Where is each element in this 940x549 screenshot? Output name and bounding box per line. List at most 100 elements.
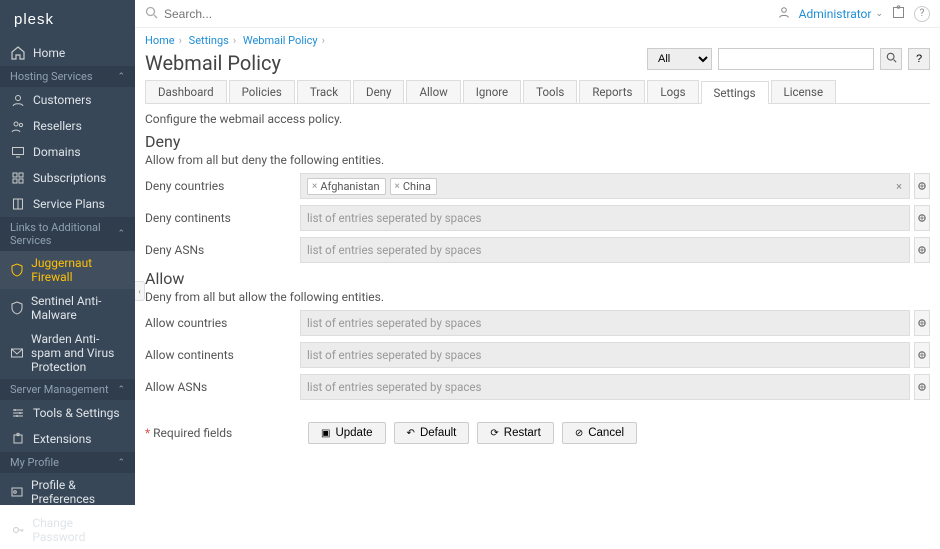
deny-continents-input[interactable]: list of entries seperated by spaces (300, 205, 910, 231)
sliders-icon (10, 405, 26, 421)
crumb-webmail-policy[interactable]: Webmail Policy (243, 34, 318, 47)
extensions-icon[interactable] (891, 5, 906, 23)
filter-select[interactable]: All (647, 48, 712, 70)
field-picker-button[interactable] (914, 205, 930, 231)
crumb-home[interactable]: Home (145, 34, 175, 47)
nav-label: Sentinel Anti-Malware (31, 294, 125, 322)
tab-tools[interactable]: Tools (523, 80, 577, 103)
btn-label: Cancel (588, 427, 624, 439)
field-picker-button[interactable] (914, 310, 930, 336)
deny-countries-input[interactable]: ×Afghanistan ×China (300, 173, 910, 199)
topbar: Administrator⌄ ? (135, 0, 940, 28)
section-label: Hosting Services (10, 70, 93, 83)
row-deny-countries: Deny countries ×Afghanistan ×China × (145, 173, 930, 199)
nav-tools-settings[interactable]: Tools & Settings (0, 400, 135, 426)
placeholder-text: list of entries seperated by spaces (307, 380, 481, 394)
chevron-right-icon: › (322, 34, 325, 47)
crumb-settings[interactable]: Settings (189, 34, 229, 47)
nav-home[interactable]: Home (0, 40, 135, 66)
section-label: My Profile (10, 456, 59, 469)
nav-juggernaut[interactable]: Juggernaut Firewall (0, 251, 135, 289)
tab-settings[interactable]: Settings (701, 81, 769, 104)
chevron-up-icon: ⌃ (117, 385, 125, 395)
field-label: Deny continents (145, 211, 300, 225)
nav-subscriptions[interactable]: Subscriptions (0, 165, 135, 191)
chevron-up-icon: ⌃ (117, 72, 125, 82)
tab-dashboard[interactable]: Dashboard (145, 80, 227, 103)
filter-search-button[interactable] (880, 48, 902, 70)
nav-service-plans[interactable]: Service Plans (0, 191, 135, 217)
field-picker-button[interactable] (914, 374, 930, 400)
field-picker-button[interactable] (914, 237, 930, 263)
sidebar-collapse[interactable]: ‹ (135, 281, 145, 301)
chevron-right-icon: › (179, 34, 182, 47)
chevron-left-icon: ‹ (138, 287, 140, 296)
global-search-input[interactable] (164, 7, 319, 21)
nav-change-password[interactable]: Change Password (0, 511, 135, 549)
firewall-icon (10, 262, 24, 278)
field-picker-button[interactable] (914, 173, 930, 199)
tab-license[interactable]: License (771, 80, 837, 103)
users-icon (10, 118, 26, 134)
filter-input[interactable] (718, 48, 874, 70)
tab-deny[interactable]: Deny (353, 80, 404, 103)
field-label: Allow ASNs (145, 380, 300, 394)
tab-allow[interactable]: Allow (406, 80, 460, 103)
nav-warden[interactable]: Warden Anti-spam and Virus Protection (0, 327, 135, 379)
filter-help-button[interactable]: ? (908, 48, 930, 70)
allow-desc: Deny from all but allow the following en… (145, 290, 930, 304)
section-links[interactable]: Links to Additional Services⌃ (0, 217, 135, 251)
topbar-right: Administrator⌄ ? (777, 5, 930, 23)
user-menu[interactable]: Administrator⌄ (799, 7, 883, 21)
id-icon (10, 484, 24, 500)
field-picker-button[interactable] (914, 342, 930, 368)
clear-icon[interactable]: × (896, 180, 902, 193)
country-chip: ×China (390, 178, 437, 195)
brand-logo: plesk (0, 0, 135, 40)
user-avatar-icon (777, 5, 791, 22)
deny-asns-input[interactable]: list of entries seperated by spaces (300, 237, 910, 263)
tab-reports[interactable]: Reports (579, 80, 645, 103)
book-icon (10, 196, 26, 212)
tab-ignore[interactable]: Ignore (463, 80, 521, 103)
svg-text:plesk: plesk (14, 11, 54, 28)
chip-remove-icon[interactable]: × (395, 181, 400, 192)
nav-domains[interactable]: Domains (0, 139, 135, 165)
help-icon[interactable]: ? (914, 6, 930, 22)
btn-label: Update (335, 427, 372, 439)
allow-asns-input[interactable]: list of entries seperated by spaces (300, 374, 910, 400)
save-icon: ▣ (321, 428, 330, 439)
chevron-up-icon: ⌃ (117, 458, 125, 468)
nav-profile-prefs[interactable]: Profile & Preferences (0, 473, 135, 511)
cancel-button[interactable]: ⊘ Cancel (562, 422, 637, 444)
tab-track[interactable]: Track (297, 80, 351, 103)
nav-extensions[interactable]: Extensions (0, 426, 135, 452)
allow-countries-input[interactable]: list of entries seperated by spaces (300, 310, 910, 336)
filter-bar: All ? (647, 48, 930, 70)
section-profile[interactable]: My Profile ⌃ (0, 452, 135, 473)
nav-sentinel[interactable]: Sentinel Anti-Malware (0, 289, 135, 327)
cancel-icon: ⊘ (575, 428, 583, 439)
nav-label: Profile & Preferences (31, 478, 125, 506)
restart-button[interactable]: ⟳Restart (477, 422, 553, 444)
nav-label: Subscriptions (33, 171, 106, 185)
sidebar: plesk Home Hosting Services ⌃ Customers R… (0, 0, 135, 505)
search-icon (145, 6, 158, 22)
allow-continents-input[interactable]: list of entries seperated by spaces (300, 342, 910, 368)
tab-policies[interactable]: Policies (229, 80, 295, 103)
default-button[interactable]: ↶Default (394, 422, 470, 444)
chip-label: Afghanistan (320, 180, 379, 193)
update-button[interactable]: ▣ Update (308, 422, 386, 444)
monitor-icon (10, 144, 26, 160)
tabs: Dashboard Policies Track Deny Allow Igno… (145, 80, 930, 104)
nav-label: Resellers (33, 119, 82, 133)
tab-logs[interactable]: Logs (647, 80, 698, 103)
nav-customers[interactable]: Customers (0, 87, 135, 113)
placeholder-text: list of entries seperated by spaces (307, 211, 481, 225)
user-name: Administrator (799, 7, 872, 21)
section-server[interactable]: Server Management⌃ (0, 379, 135, 400)
nav-resellers[interactable]: Resellers (0, 113, 135, 139)
chip-label: China (403, 180, 431, 193)
chip-remove-icon[interactable]: × (312, 181, 317, 192)
section-hosting[interactable]: Hosting Services ⌃ (0, 66, 135, 87)
